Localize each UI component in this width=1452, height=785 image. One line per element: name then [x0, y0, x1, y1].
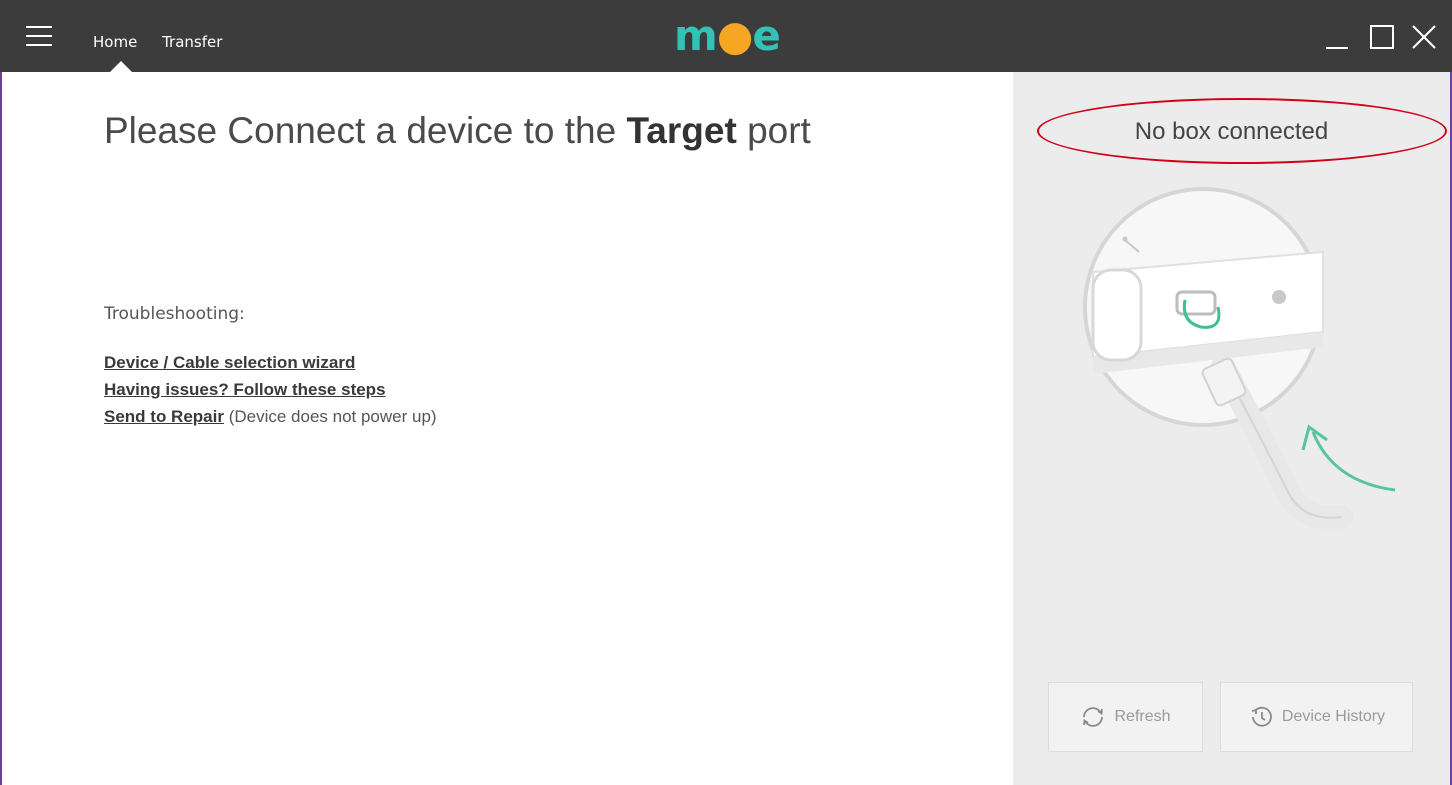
title-bold: Target — [626, 110, 737, 151]
app-logo: mce m●e — [674, 11, 781, 60]
refresh-icon — [1083, 707, 1104, 727]
device-history-button[interactable]: Device History — [1220, 682, 1413, 752]
menu-icon[interactable] — [26, 26, 52, 46]
device-panel: No box connected Refresh Device History — [1013, 72, 1450, 785]
issues-link[interactable]: Having issues? Follow these steps — [104, 380, 386, 399]
page-title: Please Connect a device to the Target po… — [104, 110, 811, 152]
history-label: Device History — [1281, 708, 1386, 725]
troubleshooting-label: Troubleshooting: — [104, 304, 245, 324]
repair-link[interactable]: Send to Repair — [104, 407, 224, 426]
repair-note: (Device does not power up) — [223, 407, 437, 426]
history-icon — [1251, 706, 1272, 727]
device-illustration — [1083, 187, 1396, 530]
status-highlight-oval — [1037, 98, 1447, 164]
maximize-icon[interactable] — [1369, 24, 1395, 50]
refresh-label: Refresh — [1114, 708, 1171, 725]
tab-transfer[interactable]: Transfer — [162, 33, 222, 51]
title-bar: Home Transfer mce m●e — [0, 0, 1452, 72]
active-tab-indicator — [110, 61, 132, 72]
title-suffix: port — [736, 110, 811, 151]
close-icon[interactable] — [1411, 24, 1437, 50]
wizard-link[interactable]: Device / Cable selection wizard — [104, 353, 355, 372]
minimize-icon[interactable] — [1324, 24, 1350, 50]
title-prefix: Please Connect a device to the — [104, 110, 627, 151]
refresh-button[interactable]: Refresh — [1048, 682, 1203, 752]
nav-tabs: Home Transfer — [93, 33, 242, 51]
tab-home[interactable]: Home — [93, 33, 137, 51]
troubleshooting-links: Device / Cable selection wizard Having i… — [104, 349, 437, 430]
